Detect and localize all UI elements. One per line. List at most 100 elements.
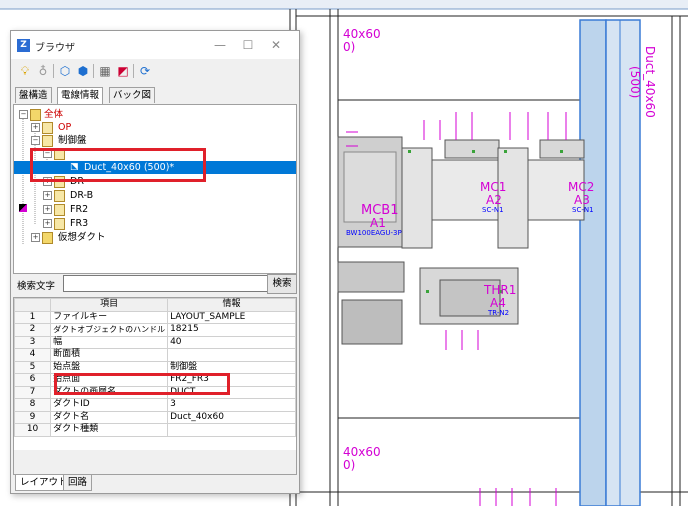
- virtual-duct-icon: [42, 232, 53, 244]
- tab-back-view[interactable]: バック図: [109, 87, 156, 103]
- row-info[interactable]: 3: [167, 398, 296, 412]
- folder-icon: [54, 148, 65, 160]
- thr-label: THR1: [484, 283, 517, 297]
- column-header-info: 情報: [167, 298, 296, 312]
- row-info[interactable]: Duct_40x60: [167, 410, 296, 424]
- property-grid[interactable]: 項目 情報 1 ファイルキー LAYOUT_SAMPLE 2 ダクトオブジェクト…: [13, 297, 297, 475]
- tab-panel-structure[interactable]: 盤構造: [15, 87, 52, 103]
- close-button[interactable]: ✕: [267, 36, 285, 54]
- mc1-ref: A2: [486, 193, 502, 207]
- table-row[interactable]: 1 ファイルキー LAYOUT_SAMPLE: [14, 310, 296, 324]
- expand-toggle[interactable]: +: [43, 205, 52, 214]
- row-info[interactable]: 制御盤: [167, 360, 296, 374]
- row-info[interactable]: [167, 348, 296, 362]
- tree-item-duct-label: Duct_40x60 (500)*: [84, 162, 175, 173]
- table-row[interactable]: 10 ダクト種類: [14, 423, 296, 437]
- row-number: 6: [14, 373, 52, 387]
- thr-ref: A4: [490, 296, 506, 310]
- cube-alt-icon[interactable]: ⬢: [75, 63, 91, 79]
- maximize-button[interactable]: ☐: [239, 36, 257, 54]
- table-row[interactable]: 3 幅 40: [14, 335, 296, 349]
- app-icon: Z: [17, 39, 30, 52]
- mcb-ref: A1: [370, 216, 386, 230]
- window-title: ブラウザ: [35, 43, 75, 54]
- tree-item-fr2[interactable]: FR2: [70, 203, 88, 216]
- tab-wire-info[interactable]: 電線情報: [57, 87, 104, 104]
- toolbar-separator: [53, 64, 54, 78]
- row-number: 3: [14, 335, 52, 349]
- row-number: 4: [14, 348, 52, 362]
- row-number: 5: [14, 360, 52, 374]
- cube-icon[interactable]: ⬡: [57, 63, 73, 79]
- expand-toggle[interactable]: +: [43, 191, 52, 200]
- tree-item-control-panel[interactable]: 制御盤: [58, 134, 87, 147]
- expand-toggle[interactable]: +: [31, 233, 40, 242]
- minimize-button[interactable]: —: [211, 36, 229, 54]
- folder-icon: [54, 176, 65, 188]
- table-row[interactable]: 7 ダクトの画層名 DUCT: [14, 385, 296, 399]
- bulb-off-icon[interactable]: ♁: [35, 63, 51, 79]
- toolbar-separator: [93, 64, 94, 78]
- row-item: ダクトオブジェクトのハンドル: [50, 323, 169, 337]
- duct-icon: ⬔: [70, 162, 79, 172]
- property-table: 項目 情報 1 ファイルキー LAYOUT_SAMPLE 2 ダクトオブジェクト…: [14, 298, 296, 437]
- search-button[interactable]: 検索: [267, 274, 297, 294]
- tree-item-dr[interactable]: DR: [70, 175, 84, 188]
- expand-toggle[interactable]: +: [31, 123, 40, 132]
- mc1-model: SC-N1: [482, 206, 504, 214]
- collapse-toggle[interactable]: −: [43, 149, 52, 158]
- row-item: ダクトID: [50, 398, 169, 412]
- row-number: 10: [14, 423, 52, 437]
- row-info[interactable]: LAYOUT_SAMPLE: [167, 310, 296, 324]
- tree-view[interactable]: − 全体 + OP − 制御盤 − ⬔ Duct_40x60 (500)* + …: [13, 104, 297, 274]
- bulb-on-icon[interactable]: 💡︎: [17, 63, 33, 79]
- row-item: 始点面: [50, 373, 169, 387]
- folder-icon: [54, 218, 65, 230]
- color-swatch-icon: [19, 204, 27, 212]
- row-info[interactable]: 18215: [167, 323, 296, 337]
- expand-toggle[interactable]: +: [43, 219, 52, 228]
- duct-bottom-label-len: 0): [343, 458, 356, 472]
- grid-icon[interactable]: ▦: [97, 63, 113, 79]
- thr-model: TR-N2: [488, 309, 510, 317]
- window-icon[interactable]: ◩: [115, 63, 131, 79]
- table-row[interactable]: 2 ダクトオブジェクトのハンドル 18215: [14, 323, 296, 337]
- folder-icon: [30, 109, 41, 121]
- table-row[interactable]: 5 始点盤 制御盤: [14, 360, 296, 374]
- row-number: 2: [14, 323, 52, 337]
- table-row[interactable]: 8 ダクトID 3: [14, 398, 296, 412]
- table-row[interactable]: 4 断面積: [14, 348, 296, 362]
- folder-icon: [42, 135, 53, 147]
- table-row[interactable]: 6 始点面 FR2_FR3: [14, 373, 296, 387]
- search-input[interactable]: [63, 275, 269, 292]
- collapse-toggle[interactable]: −: [31, 136, 40, 145]
- row-number: 8: [14, 398, 52, 412]
- duct-top-label-len: 0): [343, 40, 356, 54]
- search-label: 検索文字: [17, 281, 56, 292]
- tree-item-op[interactable]: OP: [58, 121, 71, 134]
- duct-bottom-label: 40x60: [343, 445, 381, 459]
- tree-item-virtual-duct[interactable]: 仮想ダクト: [58, 231, 106, 244]
- toolbar-separator: [133, 64, 134, 78]
- tree-item-dr-b[interactable]: DR-B: [70, 189, 93, 202]
- row-info[interactable]: DUCT: [167, 385, 296, 399]
- refresh-icon[interactable]: ⟳: [137, 63, 153, 79]
- duct-vertical-label: Duct_40x60: [643, 46, 657, 118]
- title-bar[interactable]: Z ブラウザ — ☐ ✕: [11, 31, 299, 59]
- row-info[interactable]: 40: [167, 335, 296, 349]
- row-info[interactable]: [167, 423, 296, 437]
- folder-icon: [54, 190, 65, 202]
- collapse-toggle[interactable]: −: [19, 110, 28, 119]
- row-info[interactable]: FR2_FR3: [167, 373, 296, 387]
- row-number: 1: [14, 310, 52, 324]
- grid-empty-area: [14, 450, 296, 474]
- expand-toggle[interactable]: +: [43, 177, 52, 186]
- tab-circuit[interactable]: 回路: [63, 475, 93, 491]
- duct-vertical-length: (500): [628, 66, 642, 99]
- mc2-model: SC-N1: [572, 206, 594, 214]
- tree-item-root[interactable]: 全体: [44, 108, 63, 121]
- row-item: 断面積: [50, 348, 169, 362]
- row-item: ダクト種類: [50, 423, 169, 437]
- table-row[interactable]: 9 ダクト名 Duct_40x60: [14, 410, 296, 424]
- tree-item-fr3[interactable]: FR3: [70, 217, 88, 230]
